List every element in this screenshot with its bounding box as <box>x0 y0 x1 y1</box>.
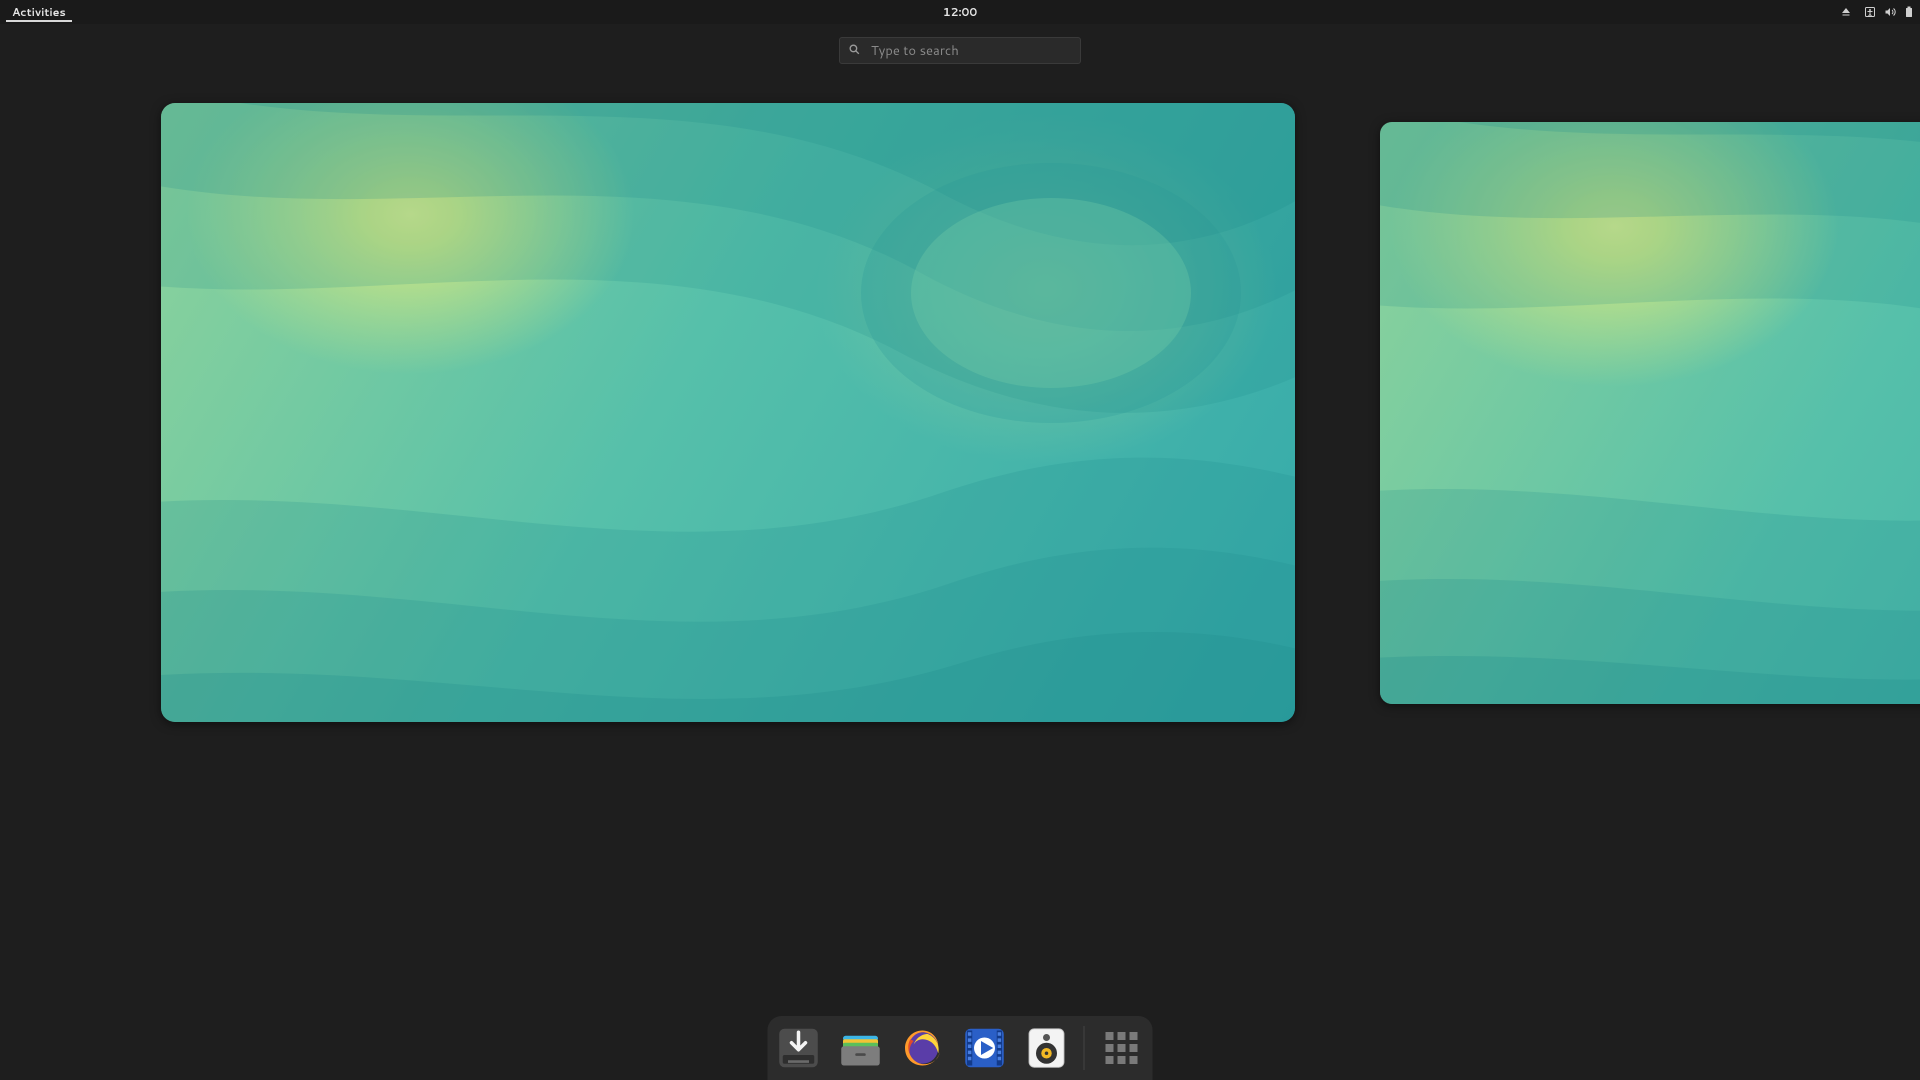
power-icon <box>1904 6 1914 18</box>
speaker-icon <box>1026 1027 1068 1069</box>
download-box-icon <box>778 1027 820 1069</box>
launcher-files[interactable] <box>840 1027 882 1069</box>
media-player-icon <box>964 1027 1006 1069</box>
launcher-install-debian[interactable] <box>778 1027 820 1069</box>
volume-icon <box>1884 6 1896 18</box>
accessibility-icon <box>1864 6 1876 18</box>
activities-label: Activities <box>12 4 66 20</box>
show-applications-button[interactable] <box>1101 1027 1143 1069</box>
top-panel: Activities 12:00 <box>0 0 1920 24</box>
search-input[interactable] <box>869 41 1072 61</box>
activities-button[interactable]: Activities <box>6 4 72 20</box>
wallpaper-topography-icon <box>161 103 1295 722</box>
clock-label: 12:00 <box>943 4 978 20</box>
status-menu[interactable] <box>1864 6 1914 18</box>
dash <box>768 1016 1153 1080</box>
search-icon <box>848 39 861 62</box>
launcher-firefox[interactable] <box>902 1027 944 1069</box>
wallpaper-topography-icon <box>1380 122 1920 704</box>
clock-button[interactable]: 12:00 <box>943 0 978 24</box>
dock-separator <box>1084 1026 1085 1070</box>
system-tray <box>1840 6 1914 18</box>
firefox-icon <box>902 1027 944 1069</box>
launcher-rhythmbox[interactable] <box>1026 1027 1068 1069</box>
overview-search[interactable] <box>839 37 1081 64</box>
file-manager-icon <box>840 1027 882 1069</box>
apps-grid-icon <box>1106 1032 1138 1064</box>
workspace-secondary[interactable] <box>1380 122 1920 704</box>
workspace-main[interactable] <box>161 103 1295 722</box>
launcher-media-player[interactable] <box>964 1027 1006 1069</box>
eject-icon[interactable] <box>1840 6 1852 18</box>
